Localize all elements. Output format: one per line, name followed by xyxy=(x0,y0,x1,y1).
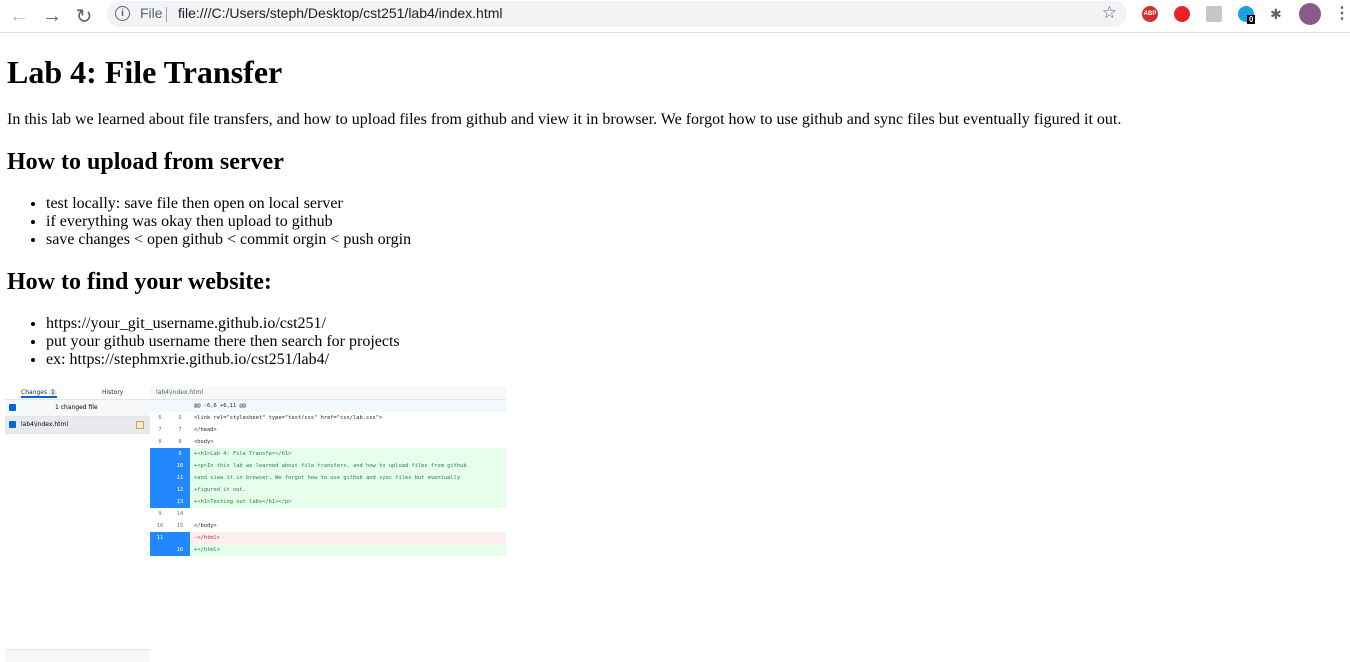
diff-row: 9 14 xyxy=(150,508,506,520)
code-line: +</html> xyxy=(194,547,220,553)
old-line-number: 9 xyxy=(158,511,162,517)
ghostery-badge: 0 xyxy=(1247,15,1256,24)
old-line-number: 8 xyxy=(158,439,162,445)
new-line-number: 15 xyxy=(176,523,184,529)
old-line-number: 11 xyxy=(150,532,170,544)
diff-rows: @@ -6,6 +6,11 @@ 6 6 <link rel="stylesheet… xyxy=(150,400,506,556)
menu-icon[interactable]: ⋮ xyxy=(1334,6,1350,22)
list-item: save changes < open github < commit orgi… xyxy=(46,231,1337,249)
tab-changes: Changes 1 xyxy=(21,389,57,398)
extension-icon[interactable] xyxy=(1206,6,1222,22)
list-item: put your github username there then sear… xyxy=(46,333,1337,351)
new-line-number xyxy=(170,400,190,412)
new-line-number: 14 xyxy=(176,511,184,517)
checkbox-icon xyxy=(9,404,16,411)
address-bar[interactable]: i File file:///C:/Users/steph/Desktop/cs… xyxy=(107,1,1127,27)
old-line-number xyxy=(150,544,170,556)
avatar[interactable] xyxy=(1299,3,1321,25)
diff-panel: lab4\index.html @@ -6,6 +6,11 @@ 6 6 <link… xyxy=(150,387,506,662)
section-heading-find: How to find your website: xyxy=(7,269,272,295)
find-website-list: https://your_git_username.github.io/cst2… xyxy=(7,315,1337,369)
diff-row: 11 -</html> xyxy=(150,532,506,544)
new-line-number: 16 xyxy=(170,544,190,556)
new-line-number: 11 xyxy=(170,472,190,484)
code-line: +<h1>Testing out labs</h1></p> xyxy=(194,499,292,505)
diff-row: 16 +</html> xyxy=(150,544,506,556)
ublock-icon[interactable] xyxy=(1174,6,1190,22)
upload-steps-list: test locally: save file then open on loc… xyxy=(7,195,1337,249)
forward-icon[interactable]: → xyxy=(39,3,65,29)
back-icon[interactable]: ← xyxy=(6,3,32,29)
commit-area xyxy=(5,649,150,662)
diff-row: 6 6 <link rel="stylesheet" type="text/css… xyxy=(150,412,506,424)
file-list-item: lab4\index.html xyxy=(5,417,150,434)
github-desktop-screenshot: Changes 1 History 1 changed file lab4\in… xyxy=(5,387,506,662)
info-icon[interactable]: i xyxy=(115,6,130,21)
new-line-number: 10 xyxy=(170,460,190,472)
changed-files-summary: 1 changed file xyxy=(5,400,150,417)
diff-row: 8 8 <body> xyxy=(150,436,506,448)
changes-panel: Changes 1 History 1 changed file lab4\in… xyxy=(5,387,151,662)
diff-row: 7 7 </head> xyxy=(150,424,506,436)
modified-icon xyxy=(136,421,144,429)
star-icon[interactable]: ☆ xyxy=(1102,3,1117,23)
divider xyxy=(166,7,167,22)
diff-row: 10 +<p>In this lab we learned about file … xyxy=(150,460,506,472)
url-scheme: File xyxy=(140,5,163,21)
list-item: if everything was okay then upload to gi… xyxy=(46,213,1337,231)
diff-row: @@ -6,6 +6,11 @@ xyxy=(150,400,506,412)
new-line-number: 9 xyxy=(170,448,190,460)
code-line: <link rel="stylesheet" type="text/css" h… xyxy=(194,415,383,421)
diff-row: 13 +<h1>Testing out labs</h1></p> xyxy=(150,496,506,508)
adblock-icon[interactable]: ABP xyxy=(1142,6,1158,22)
old-line-number xyxy=(150,400,170,412)
list-item: ex: https://stephmxrie.github.io/cst251/… xyxy=(46,351,1337,369)
list-item: test locally: save file then open on loc… xyxy=(46,195,1337,213)
browser-toolbar: ← → ↻ i File file:///C:/Users/steph/Desk… xyxy=(0,0,1350,33)
checkbox-icon xyxy=(9,421,16,428)
code-line: </body> xyxy=(194,523,217,529)
old-line-number: 6 xyxy=(158,415,162,421)
code-line: +<h1>Lab 4: File Transfer</h1> xyxy=(194,451,292,457)
new-line-number: 12 xyxy=(170,484,190,496)
reload-icon[interactable]: ↻ xyxy=(71,3,97,29)
diff-row: 12 +figured it out. xyxy=(150,484,506,496)
old-line-number xyxy=(150,460,170,472)
old-line-number xyxy=(150,472,170,484)
url-text[interactable]: file:///C:/Users/steph/Desktop/cst251/la… xyxy=(178,5,502,21)
code-line: -</html> xyxy=(194,535,220,541)
puzzle-icon[interactable]: ✱ xyxy=(1270,6,1286,22)
ghostery-icon[interactable]: 0 xyxy=(1238,6,1256,24)
new-line-number xyxy=(170,532,190,544)
code-line: @@ -6,6 +6,11 @@ xyxy=(194,403,246,409)
old-line-number: 10 xyxy=(156,523,164,529)
old-line-number: 7 xyxy=(158,427,162,433)
code-line: </head> xyxy=(194,427,217,433)
old-line-number xyxy=(150,484,170,496)
code-line: +figured it out. xyxy=(194,487,246,493)
new-line-number: 13 xyxy=(170,496,190,508)
list-item: https://your_git_username.github.io/cst2… xyxy=(46,315,1337,333)
new-line-number: 7 xyxy=(178,427,182,433)
diff-row: 9 +<h1>Lab 4: File Transfer</h1> xyxy=(150,448,506,460)
old-line-number xyxy=(150,496,170,508)
new-line-number: 6 xyxy=(178,415,182,421)
diff-row: 10 15 </body> xyxy=(150,520,506,532)
code-line: +and view it in browser. We forgot how t… xyxy=(194,475,461,481)
section-heading-upload: How to upload from server xyxy=(7,149,284,175)
tab-history: History xyxy=(102,389,124,396)
new-line-number: 8 xyxy=(178,439,182,445)
code-line: +<p>In this lab we learned about file tr… xyxy=(194,463,467,469)
panel-tabs: Changes 1 History xyxy=(5,387,150,400)
code-line: <body> xyxy=(194,439,214,445)
intro-paragraph: In this lab we learned about file transf… xyxy=(7,111,1122,128)
old-line-number xyxy=(150,448,170,460)
page-content: Lab 4: File Transfer In this lab we lear… xyxy=(7,33,1337,385)
page-title: Lab 4: File Transfer xyxy=(7,54,283,90)
diff-row: 11 +and view it in browser. We forgot how… xyxy=(150,472,506,484)
diff-header: lab4\index.html xyxy=(150,387,506,400)
